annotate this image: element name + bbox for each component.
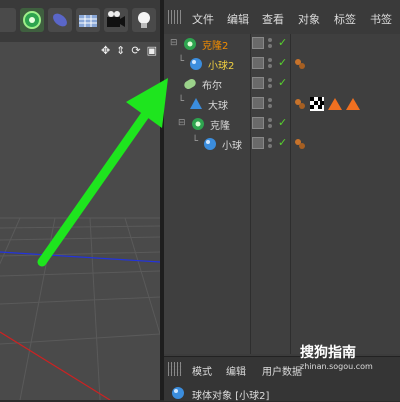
annotation-arrow [37, 78, 168, 267]
